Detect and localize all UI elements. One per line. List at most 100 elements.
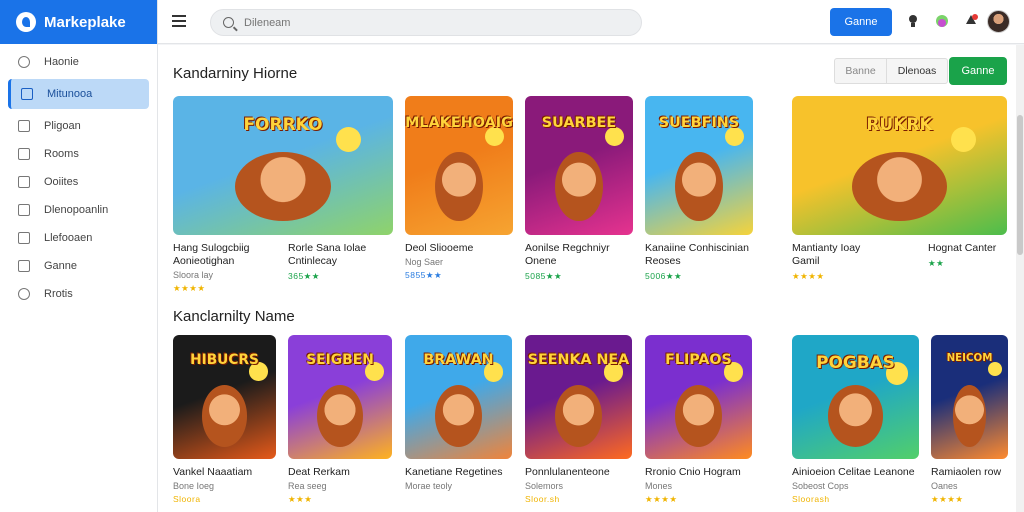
filter-option-2[interactable]: Dlenoas [887,59,947,83]
card-spacer [288,96,388,235]
document-icon [18,120,30,132]
card-rating: Sloorash [792,494,830,504]
character-art [952,384,987,447]
card-thumbnail[interactable]: FLIPAOS [645,335,752,459]
sidebar-item-6[interactable]: Dlenopoanlin [8,197,149,223]
sidebar-item-label: Pligoan [44,120,81,132]
brand-logo-icon [16,12,36,32]
thumbnail-title: MLAKEHOAIG [405,115,513,132]
sidebar-item-3[interactable]: Pligoan [8,113,149,139]
card-thumbnail[interactable]: SEENKA NEA [525,335,632,459]
game-card[interactable]: POGBAS Ainioeion Celitae Leanone Sobeost C… [792,335,919,504]
card-rating: Sloor.sh [525,494,560,504]
card-title-line2: Reoses [645,255,681,267]
card-rating: ★★★ [288,494,313,504]
brand-name: Markeplake [44,13,126,31]
card-subtitle: Nog Saer [405,257,444,267]
avatar[interactable] [987,10,1010,33]
game-card[interactable]: FLIPAOS Rronio Cnio Hogram Mones ★★★★ [645,335,752,505]
card-thumbnail[interactable]: HIBUCRS [173,335,276,459]
card-rating: ★★★★ [645,494,678,504]
thumbnail-title: SUEBFINS [658,115,740,132]
card-title: Rronio Cnio Hogram [645,466,741,478]
card-thumbnail[interactable]: MLAKEHOAIG [405,96,513,235]
section-title: Kandarniny Hiorne [173,65,298,82]
sidebar-item-9[interactable]: Rrotis [8,281,149,307]
triangle-icon [18,176,30,188]
notification-icon[interactable] [904,12,922,30]
sidebar-item-label: Mitunooa [47,88,93,100]
sidebar-item-home[interactable]: Haonie [8,49,149,75]
gamepad-icon [18,260,30,272]
game-button[interactable]: Ganne [949,57,1007,85]
card-title: Deol Sliooeme [405,242,474,254]
game-card[interactable]: SUEBFINS Kanaiine Conhiscinian Reoses 5006★… [645,96,753,282]
grid-icon [21,88,33,100]
search-bar[interactable] [210,9,642,36]
character-art [554,384,603,447]
card-subtitle: Morae teoly [405,481,453,491]
card-rating: 5855★★ [405,270,443,280]
card-spacer [928,96,1024,235]
game-card[interactable]: NEICOM Ramiaolen row Oanes ★★★★ [931,335,1024,505]
topbar: Ganne [158,0,1024,44]
card-rating: Sloora [173,494,201,504]
card-rating: ★★★★ [931,494,964,504]
card-title: Hognat Canter [928,242,997,254]
sidebar-item-active[interactable]: Mitunooa [8,79,149,109]
character-art [435,151,483,222]
thumbnail-title: POGBAS [816,352,895,373]
card-thumbnail[interactable]: BRAWAN [405,335,512,459]
character-art [674,384,723,447]
game-card[interactable]: Rorle Sana Iolae Cntinlecay 365★★ [288,96,388,282]
game-card[interactable]: MLAKEHOAIG Deol Sliooeme Nog Saer 5855★★ [405,96,513,281]
bag-icon [18,204,30,216]
character-art [555,151,603,222]
game-card[interactable]: Hognat Canter ★★ [928,96,1024,269]
character-art [434,384,483,447]
card-subtitle: Rea seeg [288,481,327,491]
game-card[interactable]: BRAWAN Kanetiane Regetines Morae teoly [405,335,512,491]
brand[interactable]: Markeplake [0,0,157,44]
home-icon [18,56,30,68]
sidebar-item-4[interactable]: Rooms [8,141,149,167]
profile-icon [18,288,30,300]
sidebar-item-5[interactable]: Ooiites [8,169,149,195]
thumbnail-title: SUARBEE [541,115,617,132]
character-art [317,384,363,447]
card-thumbnail[interactable]: SUEBFINS [645,96,753,235]
card-title-line2: Cntinlecay [288,255,338,267]
card-title: Aonilse Regchniyr [525,242,610,254]
thumbnail-title: NEICOM [946,352,993,365]
top-action-button[interactable]: Ganne [830,8,892,36]
card-rating: ★★★★ [173,283,206,293]
card-title: Deat Rerkam [288,466,350,478]
card-rating: 5085★★ [525,271,563,281]
alert-icon[interactable] [962,12,980,30]
search-input[interactable] [244,16,624,29]
card-subtitle: Oanes [931,481,958,491]
thumbnail-title: SEENKA NEA [527,352,630,369]
thumbnail-title: BRAWAN [423,352,494,369]
ball-icon[interactable] [933,12,951,30]
card-title: Ainioeion Celitae Leanone [792,466,915,478]
card-title-line2: Onene [525,255,557,267]
game-card[interactable]: SEIGBEN Deat Rerkam Rea seeg ★★★ [288,335,392,505]
card-thumbnail[interactable]: NEICOM [931,335,1008,459]
card-rating: 5006★★ [645,271,683,281]
card-subtitle: Bone Ioeg [173,481,215,491]
card-thumbnail[interactable]: SUARBEE [525,96,633,235]
game-card[interactable]: SEENKA NEA Ponnlulanenteone Solemors Sloor.… [525,335,632,504]
card-thumbnail[interactable]: SEIGBEN [288,335,392,459]
menu-icon[interactable] [172,15,186,27]
thumbnail-title: SEIGBEN [306,352,374,369]
filter-option-1[interactable]: Banne [835,59,887,83]
card-rating: 365★★ [288,271,320,281]
sidebar-item-8[interactable]: Ganne [8,253,149,279]
card-thumbnail[interactable]: POGBAS [792,335,919,459]
game-card[interactable]: HIBUCRS Vankel Naaatiam Bone Ioeg Sloora [173,335,276,504]
game-card[interactable]: SUARBEE Aonilse Regchniyr Onene 5085★★ [525,96,633,282]
sidebar-item-7[interactable]: Llefooaen [8,225,149,251]
gift-icon [18,232,30,244]
card-title: Ponnlulanenteone [525,466,610,478]
